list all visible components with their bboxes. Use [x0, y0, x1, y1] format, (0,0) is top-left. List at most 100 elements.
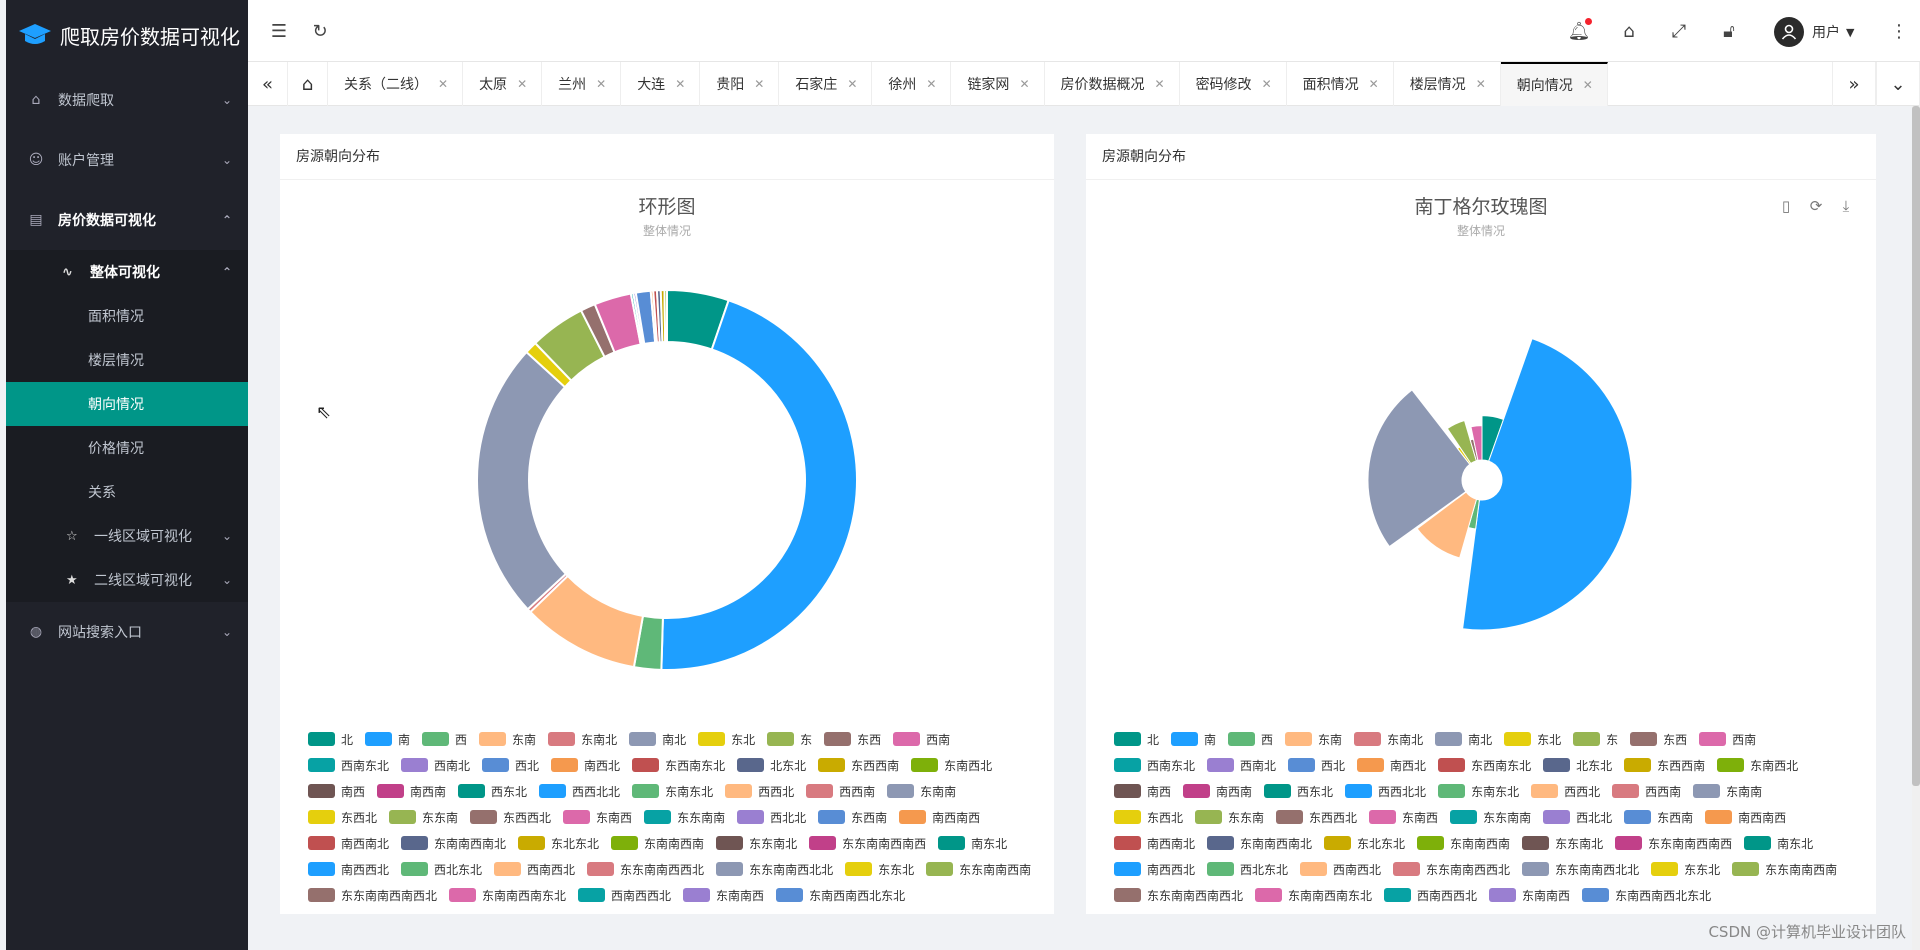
legend-item[interactable]: 南东北 — [938, 830, 1007, 856]
close-icon[interactable]: ✕ — [438, 77, 448, 91]
legend-item[interactable]: 东东南北 — [716, 830, 797, 856]
home-tab-icon[interactable]: ⌂ — [288, 62, 328, 106]
legend-item[interactable]: 东东南南西南 — [1732, 856, 1837, 882]
legend-item[interactable]: 东东南南 — [1450, 804, 1531, 830]
tabs-dropdown-icon[interactable]: ⌄ — [1876, 62, 1920, 106]
legend-item[interactable]: 东西南东北 — [1438, 752, 1531, 778]
legend-item[interactable]: 西 — [1228, 726, 1273, 752]
legend-item[interactable]: 西南西北 — [1300, 856, 1381, 882]
legend-item[interactable]: 北东北 — [737, 752, 806, 778]
legend-item[interactable]: 东东南南西南西北 — [308, 882, 437, 908]
legend-item[interactable]: 东南北 — [1354, 726, 1423, 752]
legend-item[interactable]: 东南南 — [887, 778, 956, 804]
legend-item[interactable]: 东南西 — [563, 804, 632, 830]
legend-item[interactable]: 东南南西 — [683, 882, 764, 908]
legend-item[interactable]: 东东南南西北北 — [1522, 856, 1639, 882]
sidebar-item-tier2-vis[interactable]: ★ 二线区域可视化 ⌄ — [6, 558, 248, 602]
legend-item[interactable]: 西西南 — [806, 778, 875, 804]
tag-icon[interactable]: ⌂ — [1618, 20, 1640, 42]
legend-item[interactable]: 南北 — [1435, 726, 1492, 752]
legend-item[interactable]: 南 — [1171, 726, 1216, 752]
tab-item[interactable]: 石家庄 ✕ — [779, 62, 873, 106]
legend-item[interactable]: 东东北 — [845, 856, 914, 882]
legend-item[interactable]: 西北东北 — [1207, 856, 1288, 882]
legend-item[interactable]: 东东南 — [1195, 804, 1264, 830]
legend-item[interactable]: 南西北 — [1357, 752, 1426, 778]
legend-item[interactable]: 东南东北 — [1438, 778, 1519, 804]
legend-item[interactable]: 南西 — [1114, 778, 1171, 804]
legend-item[interactable]: 南西南北 — [1114, 830, 1195, 856]
legend-item[interactable]: 南西南北 — [308, 830, 389, 856]
legend-item[interactable]: 东西北 — [1114, 804, 1183, 830]
legend-item[interactable]: 东西南 — [818, 804, 887, 830]
close-icon[interactable]: ✕ — [596, 77, 606, 91]
legend-item[interactable]: 南西南西 — [899, 804, 980, 830]
legend-item[interactable]: 东东南南西西北 — [587, 856, 704, 882]
close-icon[interactable]: ✕ — [1155, 77, 1165, 91]
tab-item[interactable]: 兰州 ✕ — [542, 62, 622, 106]
legend-item[interactable]: 东西西南 — [818, 752, 899, 778]
sidebar-item-price[interactable]: 价格情况 — [6, 426, 248, 470]
legend-item[interactable]: 东东南南西南 — [926, 856, 1031, 882]
legend-item[interactable]: 西西北 — [725, 778, 794, 804]
fullscreen-icon[interactable]: ⤢ — [1668, 20, 1690, 42]
close-icon[interactable]: ✕ — [517, 77, 527, 91]
tab-item[interactable]: 太原 ✕ — [463, 62, 543, 106]
close-icon[interactable]: ✕ — [1369, 77, 1379, 91]
tab-item[interactable]: 密码修改 ✕ — [1180, 62, 1287, 106]
legend-item[interactable]: 东南南 — [1693, 778, 1762, 804]
legend-item[interactable]: 西南 — [893, 726, 950, 752]
legend-item[interactable]: 南 — [365, 726, 410, 752]
legend-item[interactable]: 南西南西 — [1705, 804, 1786, 830]
close-icon[interactable]: ✕ — [1019, 77, 1029, 91]
legend-item[interactable]: 西南西西北 — [578, 882, 671, 908]
legend-item[interactable]: 西东北 — [1264, 778, 1333, 804]
tab-item[interactable]: 楼层情况 ✕ — [1394, 62, 1501, 106]
legend-item[interactable]: 西北 — [1288, 752, 1345, 778]
legend-item[interactable]: 西北 — [482, 752, 539, 778]
legend-item[interactable]: 西北东北 — [401, 856, 482, 882]
legend-item[interactable]: 东南 — [1285, 726, 1342, 752]
tabs-scroll-left-icon[interactable]: « — [248, 62, 288, 106]
more-vertical-icon[interactable]: ⋮ — [1888, 20, 1910, 42]
legend-item[interactable]: 东东南南西南西 — [809, 830, 926, 856]
legend-item[interactable]: 西南北 — [401, 752, 470, 778]
legend-item[interactable]: 东东南 — [389, 804, 458, 830]
sidebar-item-tier1-vis[interactable]: ☆ 一线区域可视化 ⌄ — [6, 514, 248, 558]
close-icon[interactable]: ✕ — [847, 77, 857, 91]
legend-item[interactable]: 北 — [1114, 726, 1159, 752]
close-icon[interactable]: ✕ — [926, 77, 936, 91]
legend-item[interactable]: 西西北北 — [1345, 778, 1426, 804]
legend-item[interactable]: 东东南北 — [1522, 830, 1603, 856]
legend-item[interactable]: 东东南南 — [644, 804, 725, 830]
sidebar-item-overall-vis[interactable]: ∿ 整体可视化 ⌃ — [6, 250, 248, 294]
tabs-scroll-right-icon[interactable]: » — [1832, 62, 1876, 106]
close-icon[interactable]: ✕ — [1583, 78, 1593, 92]
rose-slice[interactable] — [1462, 337, 1633, 631]
legend-item[interactable]: 东东南南西西北 — [1393, 856, 1510, 882]
donut-slice[interactable] — [663, 288, 668, 344]
legend-item[interactable]: 西北北 — [1543, 804, 1612, 830]
donut-slice[interactable] — [476, 350, 568, 611]
donut-slice[interactable] — [660, 299, 858, 671]
tab-item[interactable]: 朝向情况 ✕ — [1500, 62, 1608, 106]
download-icon[interactable]: ⤓ — [1836, 196, 1856, 216]
legend-item[interactable]: 西西南 — [1612, 778, 1681, 804]
close-icon[interactable]: ✕ — [675, 77, 685, 91]
legend-item[interactable]: 东西西南 — [1624, 752, 1705, 778]
legend-item[interactable]: 东西北 — [308, 804, 377, 830]
legend-item[interactable]: 西西北北 — [539, 778, 620, 804]
user-menu[interactable]: 用户 ▼ — [1774, 17, 1854, 47]
refresh-icon[interactable]: ↻ — [309, 20, 331, 42]
legend-item[interactable]: 东南 — [479, 726, 536, 752]
tab-item[interactable]: 大连 ✕ — [621, 62, 701, 106]
legend-item[interactable]: 西 — [422, 726, 467, 752]
tab-item[interactable]: 关系（二线） ✕ — [328, 62, 464, 106]
sidebar-item-area[interactable]: 面积情况 — [6, 294, 248, 338]
tab-item[interactable]: 面积情况 ✕ — [1287, 62, 1394, 106]
legend-item[interactable]: 东 — [767, 726, 812, 752]
legend-item[interactable]: 东北 — [698, 726, 755, 752]
scrollbar[interactable] — [1912, 106, 1920, 950]
legend-item[interactable]: 西南东北 — [1114, 752, 1195, 778]
tab-item[interactable]: 徐州 ✕ — [872, 62, 952, 106]
